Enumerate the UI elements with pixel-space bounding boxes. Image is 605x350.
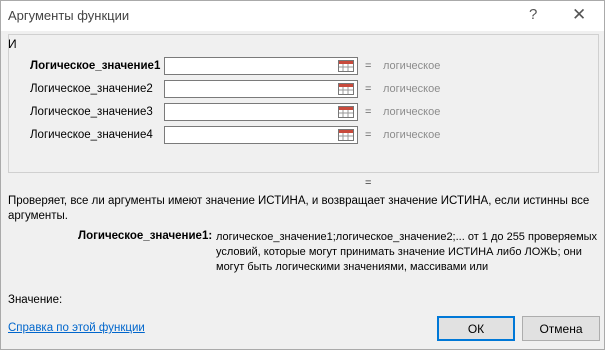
- arg-input-4[interactable]: [164, 126, 358, 144]
- arg-result-4: логическое: [383, 129, 441, 141]
- range-select-icon[interactable]: [335, 80, 357, 97]
- arg-eq-3: =: [365, 106, 372, 118]
- arg-input-3[interactable]: [164, 103, 358, 121]
- range-select-icon[interactable]: [335, 57, 357, 74]
- close-icon[interactable]: ✕: [572, 5, 586, 25]
- help-icon[interactable]: ?: [529, 6, 537, 23]
- arg-label-1: Логическое_значение1: [30, 60, 161, 72]
- arg-help-name: Логическое_значение1:: [78, 230, 213, 242]
- arg-input-2[interactable]: [164, 80, 358, 98]
- arg-eq-2: =: [365, 83, 372, 95]
- cancel-button[interactable]: Отмена: [522, 316, 600, 341]
- arg-result-3: логическое: [383, 106, 441, 118]
- title-bar: Аргументы функции ? ✕: [1, 1, 604, 31]
- arg-eq-1: =: [365, 60, 372, 72]
- arg-label-2: Логическое_значение2: [30, 83, 153, 95]
- arg-label-3: Логическое_значение3: [30, 106, 153, 118]
- dialog-title: Аргументы функции: [8, 8, 130, 23]
- arg-help-text: логическое_значение1;логическое_значение…: [216, 231, 598, 273]
- formula-result-eq: =: [365, 177, 372, 189]
- function-description: Проверяет, все ли аргументы имеют значен…: [8, 195, 590, 222]
- function-help-link[interactable]: Справка по этой функции: [8, 322, 145, 334]
- ok-button[interactable]: ОК: [437, 316, 515, 341]
- value-label: Значение:: [8, 294, 63, 306]
- function-name: И: [8, 37, 17, 51]
- arg-input-1[interactable]: [164, 57, 358, 75]
- arg-result-2: логическое: [383, 83, 441, 95]
- range-select-icon[interactable]: [335, 103, 357, 120]
- arg-eq-4: =: [365, 129, 372, 141]
- function-arguments-dialog: Аргументы функции ? ✕ И Логическое_значе…: [0, 0, 605, 350]
- range-select-icon[interactable]: [335, 126, 357, 143]
- arg-result-1: логическое: [383, 60, 441, 72]
- arg-label-4: Логическое_значение4: [30, 129, 153, 141]
